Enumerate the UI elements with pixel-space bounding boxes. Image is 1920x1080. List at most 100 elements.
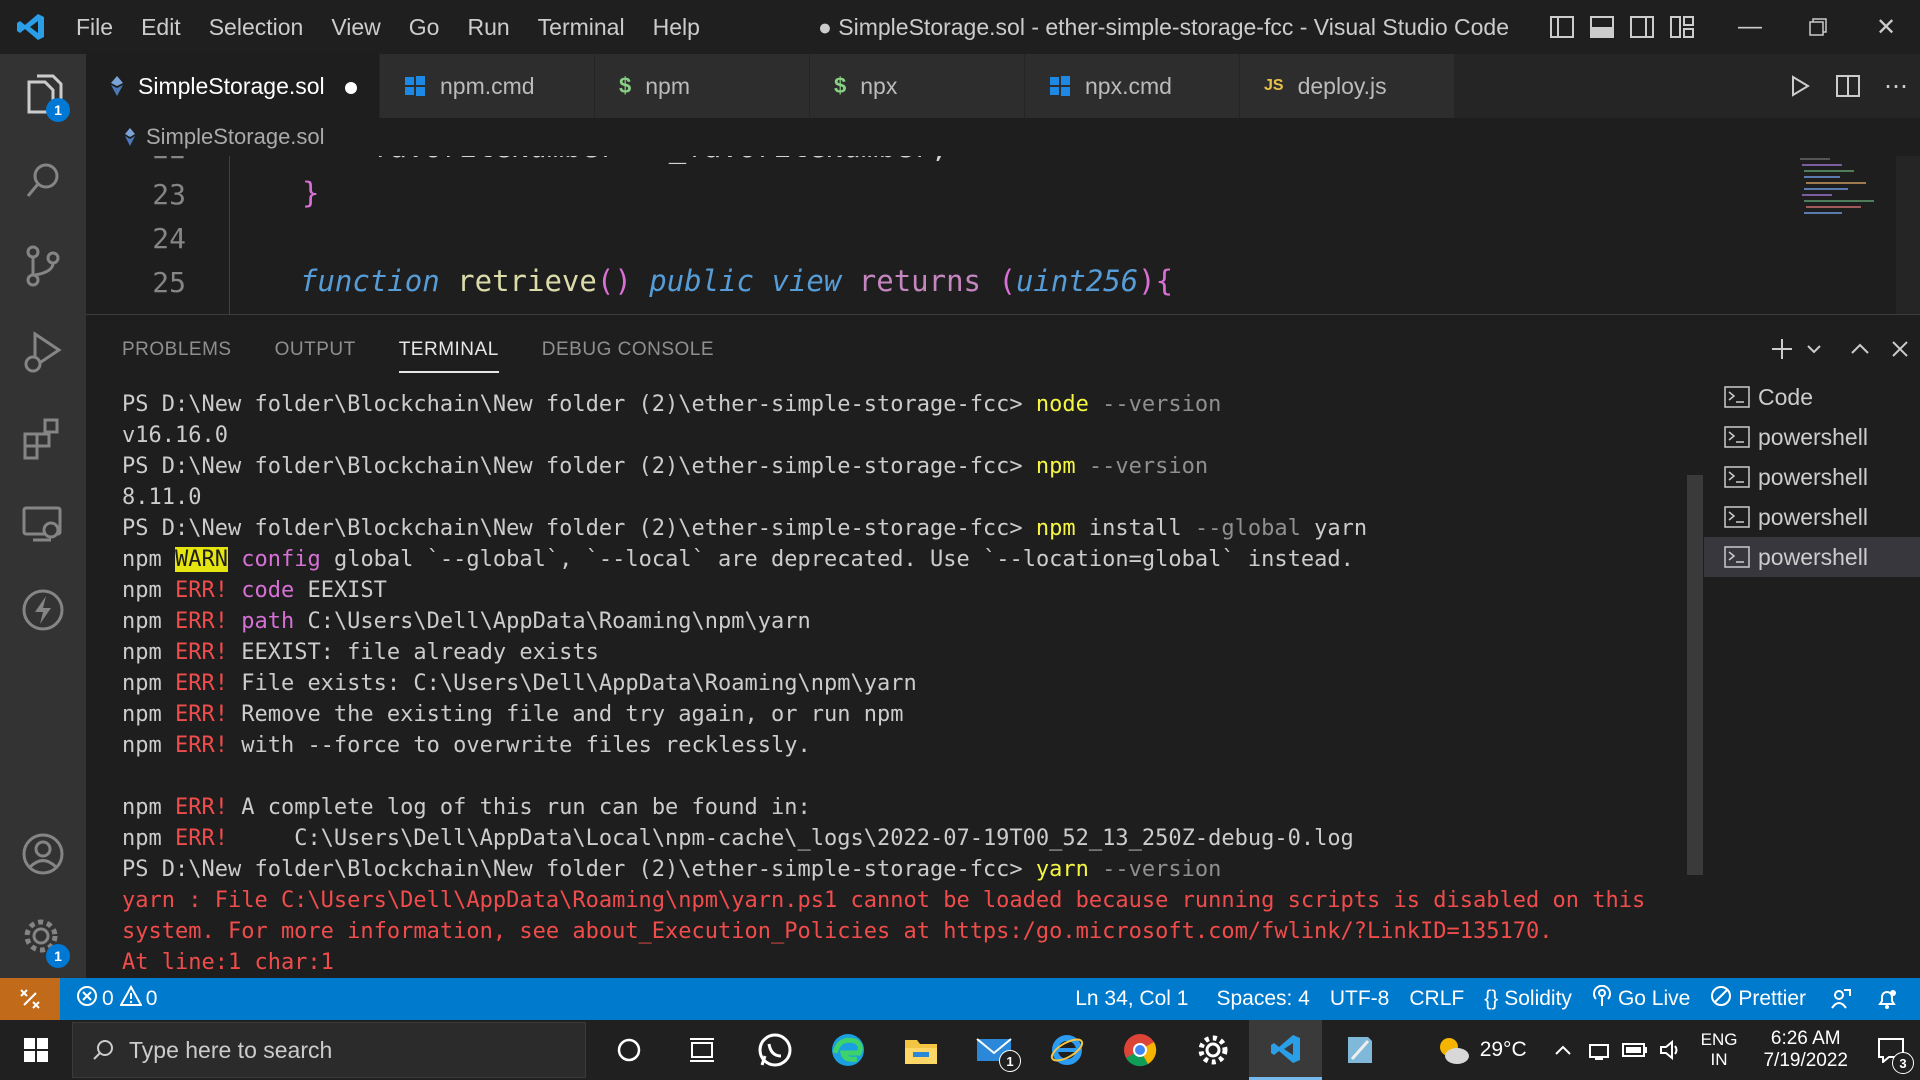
tab-npm-cmd[interactable]: npm.cmd <box>380 54 595 118</box>
prettier-status[interactable]: Prettier <box>1700 985 1816 1013</box>
run-debug-icon[interactable] <box>0 312 86 392</box>
task-view-icon[interactable] <box>665 1020 738 1080</box>
menu-go[interactable]: Go <box>395 0 454 54</box>
show-hidden-icons-icon[interactable] <box>1545 1020 1581 1080</box>
explorer-icon[interactable]: 1 <box>0 54 86 134</box>
tab-simplestorage-sol[interactable]: SimpleStorage.sol <box>86 54 380 118</box>
breadcrumb-file[interactable]: SimpleStorage.sol <box>146 124 325 150</box>
menu-terminal[interactable]: Terminal <box>524 0 639 54</box>
restore-button[interactable] <box>1784 0 1852 54</box>
tab-problems[interactable]: PROBLEMS <box>122 315 232 383</box>
menu-edit[interactable]: Edit <box>127 0 195 54</box>
cortana-icon[interactable] <box>592 1020 665 1080</box>
more-actions-icon[interactable]: ⋯ <box>1872 54 1920 118</box>
terminal-item-code[interactable]: Code <box>1704 377 1920 417</box>
clock[interactable]: 6:26 AM 7/19/2022 <box>1763 1028 1848 1072</box>
editor-scrollbar[interactable] <box>1896 156 1920 314</box>
windows-start-icon[interactable] <box>0 1020 72 1080</box>
go-live-button[interactable]: Go Live <box>1582 984 1700 1013</box>
internet-explorer-icon[interactable] <box>1030 1020 1103 1080</box>
remote-explorer-icon[interactable] <box>0 484 86 564</box>
manage-gear-icon[interactable]: 1 <box>0 898 86 978</box>
tab-label: npm.cmd <box>440 72 535 99</box>
line-number: 22 <box>86 156 186 165</box>
minimize-button[interactable]: — <box>1716 0 1784 54</box>
toggle-secondary-sidebar-icon[interactable] <box>1622 0 1662 54</box>
close-panel-icon[interactable] <box>1880 315 1920 383</box>
bottom-panel: PROBLEMS OUTPUT TERMINAL DEBUG CONSOLE P… <box>86 314 1920 978</box>
split-editor-icon[interactable] <box>1824 54 1872 118</box>
cursor-position[interactable]: Ln 34, Col 1 <box>1065 987 1198 1011</box>
vscode-taskbar-icon[interactable] <box>1249 1020 1322 1080</box>
search-placeholder: Type here to search <box>129 1036 333 1063</box>
menu-run[interactable]: Run <box>453 0 523 54</box>
unsaved-dot-icon[interactable] <box>345 82 357 94</box>
action-center-icon[interactable]: 3 <box>1862 1020 1920 1080</box>
source-control-icon[interactable] <box>0 226 86 306</box>
battery-icon[interactable] <box>1617 1020 1653 1080</box>
menu-selection[interactable]: Selection <box>195 0 318 54</box>
problems-status[interactable]: 0 0 <box>60 984 167 1013</box>
toggle-panel-icon[interactable] <box>1582 0 1622 54</box>
extensions-icon[interactable] <box>0 398 86 478</box>
indentation[interactable]: Spaces: 4 <box>1206 987 1319 1011</box>
tab-label: npx <box>860 72 898 99</box>
thunder-client-icon[interactable] <box>0 570 86 650</box>
menu-help[interactable]: Help <box>639 0 714 54</box>
tab-debug-console[interactable]: DEBUG CONSOLE <box>542 315 714 383</box>
tab-output[interactable]: OUTPUT <box>275 315 356 383</box>
remote-indicator-icon[interactable] <box>0 978 60 1020</box>
edge-icon[interactable] <box>811 1020 884 1080</box>
terminal-icon <box>1724 386 1750 408</box>
whatsapp-icon[interactable] <box>738 1020 811 1080</box>
explorer-badge: 1 <box>46 98 70 122</box>
minimap[interactable] <box>1798 156 1898 236</box>
settings-gear-icon[interactable] <box>1176 1020 1249 1080</box>
tab-deploy-js[interactable]: JS deploy.js <box>1240 54 1455 118</box>
terminal-line: PS D:\New folder\Blockchain\New folder (… <box>122 857 1222 882</box>
terminal-item-powershell-active[interactable]: powershell <box>1704 537 1920 577</box>
code-line-25-text: function retrieve() public view returns … <box>300 264 1174 298</box>
terminal-icon <box>1724 546 1750 568</box>
breadcrumb[interactable]: SimpleStorage.sol <box>86 118 1920 156</box>
run-play-icon[interactable] <box>1776 54 1824 118</box>
terminal-line: 8.11.0 <box>122 485 202 510</box>
menu-file[interactable]: File <box>62 0 127 54</box>
chrome-icon[interactable] <box>1103 1020 1176 1080</box>
notifications-bell-icon[interactable] <box>1866 988 1908 1010</box>
taskbar-search-input[interactable]: Type here to search <box>72 1022 586 1078</box>
terminal-item-powershell[interactable]: powershell <box>1704 457 1920 497</box>
terminal-scrollbar[interactable] <box>1687 475 1703 875</box>
volume-icon[interactable] <box>1653 1020 1689 1080</box>
account-icon[interactable] <box>0 814 86 894</box>
encoding[interactable]: UTF-8 <box>1320 987 1400 1011</box>
tab-label: npx.cmd <box>1085 72 1172 99</box>
end-of-line[interactable]: CRLF <box>1399 987 1474 1011</box>
menu-view[interactable]: View <box>317 0 394 54</box>
input-language[interactable]: ENG IN <box>1701 1030 1738 1070</box>
tab-terminal[interactable]: TERMINAL <box>398 315 499 383</box>
close-window-button[interactable]: ✕ <box>1852 0 1920 54</box>
terminal-item-powershell[interactable]: powershell <box>1704 497 1920 537</box>
language-mode[interactable]: {} Solidity <box>1474 987 1582 1011</box>
feedback-icon[interactable] <box>1816 988 1866 1010</box>
toggle-sidebar-icon[interactable] <box>1542 0 1582 54</box>
terminal-output[interactable]: PS D:\New folder\Blockchain\New folder (… <box>122 389 1662 979</box>
temperature[interactable]: 29°C <box>1480 1038 1527 1062</box>
customize-layout-icon[interactable] <box>1662 0 1702 54</box>
file-explorer-icon[interactable] <box>884 1020 957 1080</box>
search-icon[interactable] <box>0 140 86 220</box>
weather-icon[interactable] <box>1426 1020 1480 1080</box>
tab-npx[interactable]: $ npx <box>810 54 1025 118</box>
terminal-item-powershell[interactable]: powershell <box>1704 417 1920 457</box>
tab-npx-cmd[interactable]: npx.cmd <box>1025 54 1240 118</box>
mail-icon[interactable]: 1 <box>957 1020 1030 1080</box>
maximize-panel-icon[interactable] <box>1840 315 1880 383</box>
terminal-list: Code powershell powershell powershell po… <box>1704 377 1920 577</box>
tab-npm[interactable]: $ npm <box>595 54 810 118</box>
network-icon[interactable] <box>1581 1020 1617 1080</box>
chevron-down-icon[interactable] <box>1802 315 1826 383</box>
new-terminal-icon[interactable] <box>1762 315 1802 383</box>
code-editor[interactable]: 22 23 24 25 favoriteNumber = _favoriteNu… <box>86 156 1920 314</box>
notepad-icon[interactable] <box>1322 1020 1395 1080</box>
